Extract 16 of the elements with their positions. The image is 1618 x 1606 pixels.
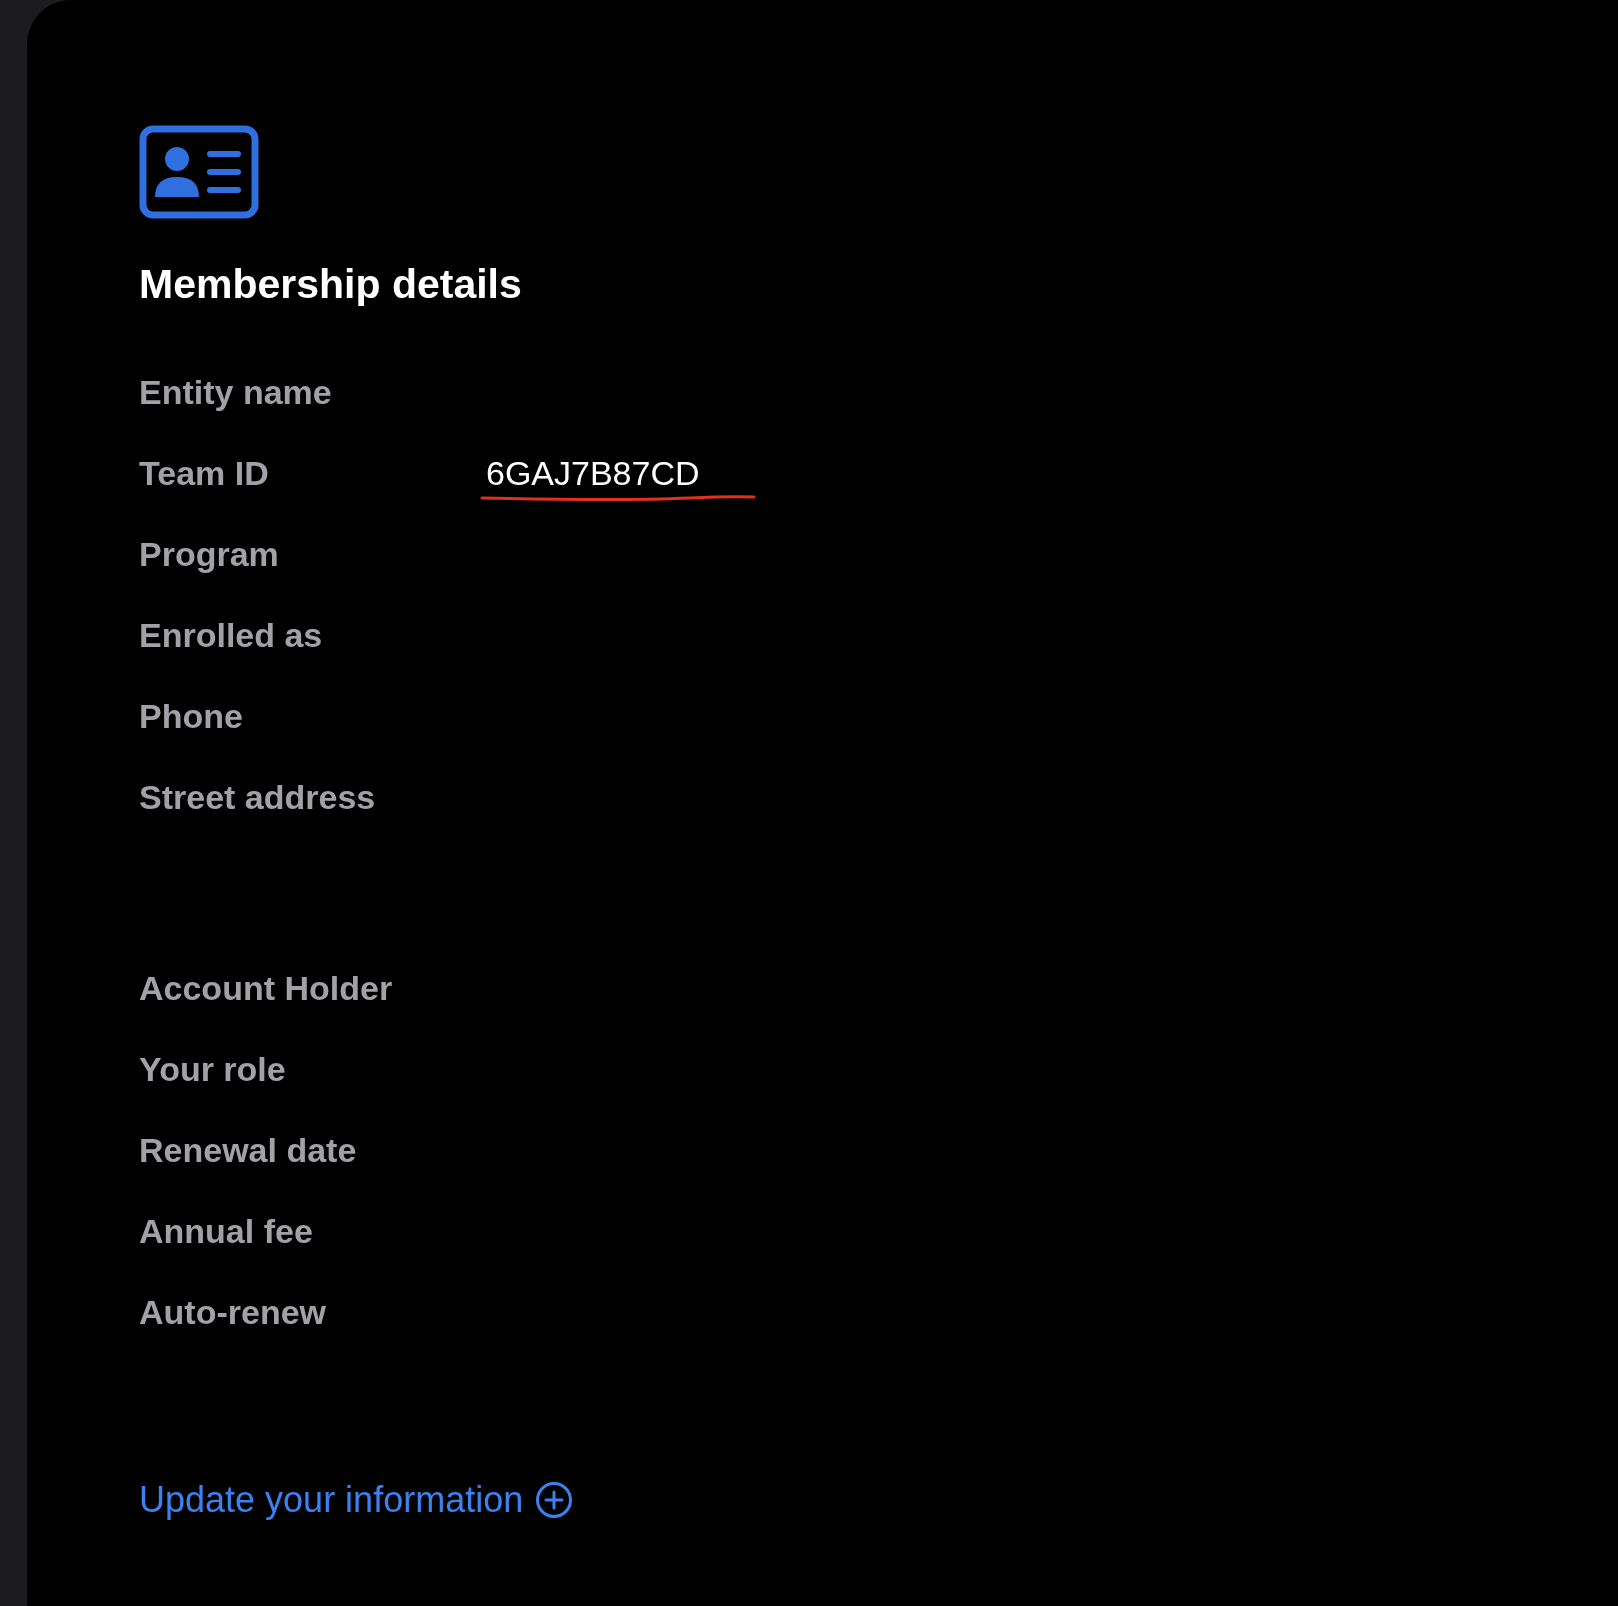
field-label: Account Holder xyxy=(139,968,394,1009)
field-label: Entity name xyxy=(139,372,333,413)
section-title: Membership details xyxy=(139,260,522,309)
field-label: Enrolled as xyxy=(139,615,324,656)
field-label: Team ID xyxy=(139,453,270,494)
field-label: Street address xyxy=(139,777,377,818)
field-label: Annual fee xyxy=(139,1211,314,1252)
field-label: Program xyxy=(139,534,280,575)
field-label: Phone xyxy=(139,696,244,737)
field-value: 6GAJ7B87CD xyxy=(486,454,700,492)
plus-circle-icon xyxy=(535,1481,574,1519)
field-label: Your role xyxy=(139,1049,287,1090)
update-link[interactable]: Update your information xyxy=(139,1473,574,1527)
field-label: Auto-renew xyxy=(139,1292,327,1333)
field-label: Renewal date xyxy=(139,1130,358,1171)
id-card-icon xyxy=(139,125,259,219)
